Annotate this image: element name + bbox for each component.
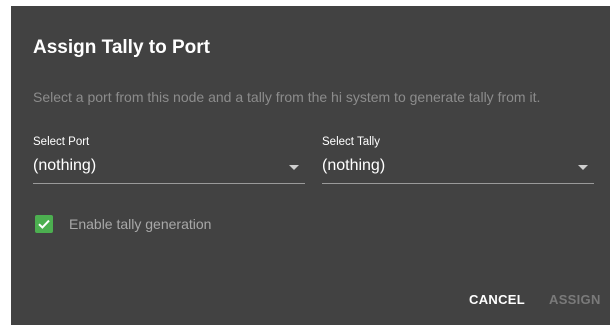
cancel-button[interactable]: CANCEL <box>469 292 525 307</box>
chevron-down-icon[interactable] <box>578 165 588 170</box>
select-port-label: Select Port <box>33 136 90 148</box>
chevron-down-icon[interactable] <box>289 165 299 170</box>
select-tally-underline <box>322 183 594 184</box>
dialog-description: Select a port from this node and a tally… <box>33 89 541 105</box>
assign-button[interactable]: ASSIGN <box>549 292 601 307</box>
enable-tally-generation-label[interactable]: Enable tally generation <box>69 216 211 232</box>
select-tally-label: Select Tally <box>322 136 380 148</box>
assign-tally-dialog: Assign Tally to Port Select a port from … <box>11 6 610 325</box>
enable-tally-generation-checkbox[interactable] <box>35 215 53 233</box>
dialog-title: Assign Tally to Port <box>33 37 211 58</box>
select-port-dropdown[interactable]: Select Port (nothing) <box>33 136 305 184</box>
select-tally-value[interactable]: (nothing) <box>322 157 385 175</box>
select-port-value[interactable]: (nothing) <box>33 157 96 175</box>
select-port-underline <box>33 183 305 184</box>
check-icon <box>38 219 50 229</box>
select-tally-dropdown[interactable]: Select Tally (nothing) <box>322 136 594 184</box>
